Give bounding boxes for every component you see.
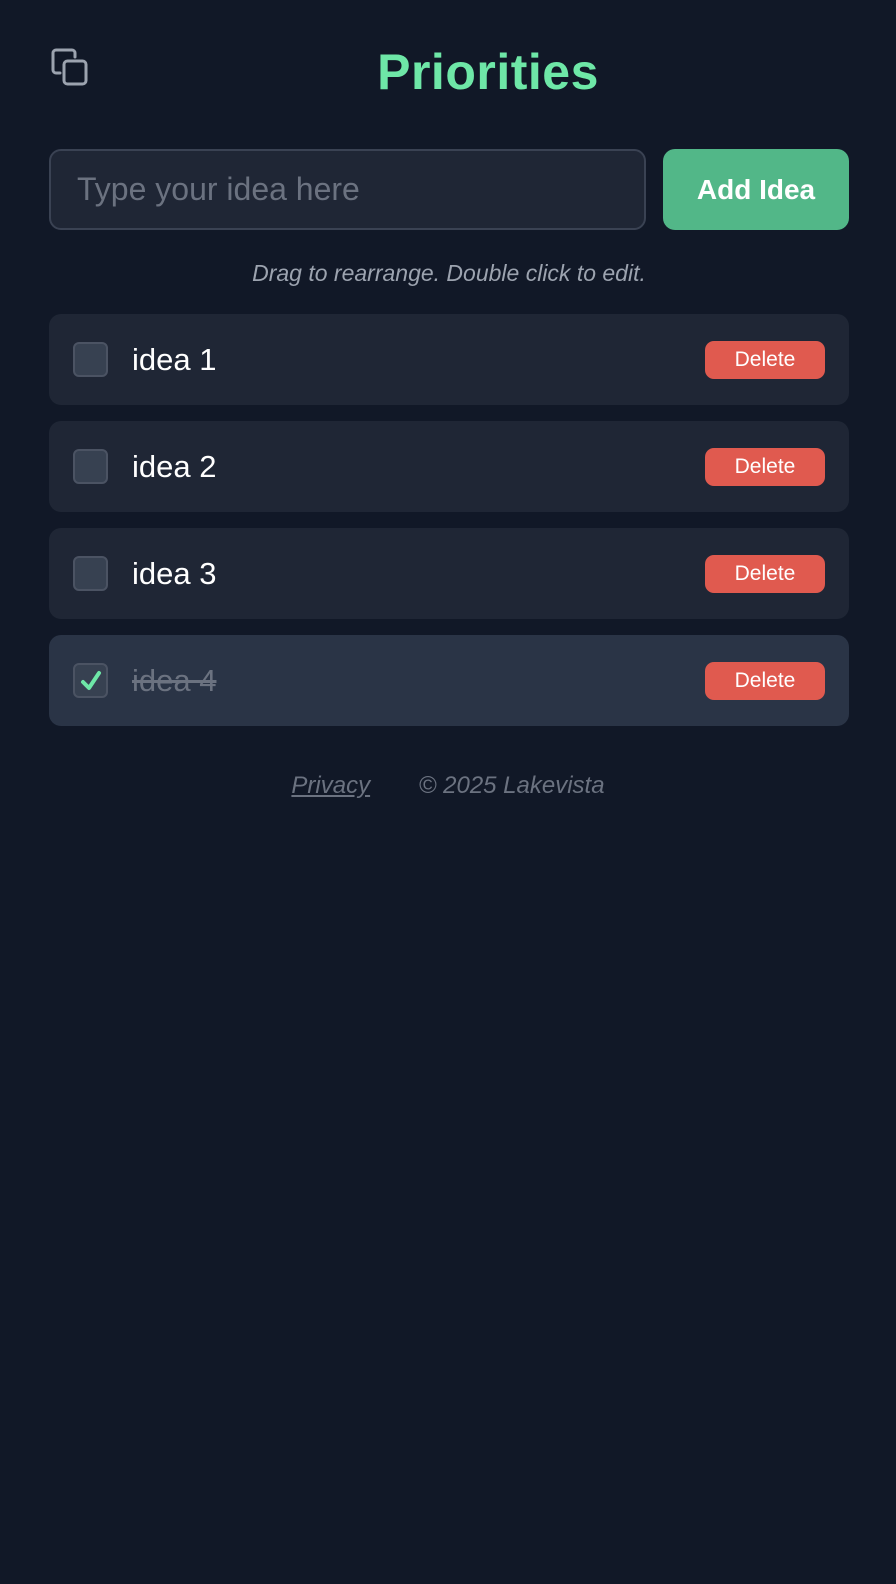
idea-checkbox[interactable] bbox=[73, 342, 108, 377]
page-title: Priorities bbox=[377, 44, 599, 100]
copyright-text: © 2025 Lakevista bbox=[418, 772, 605, 799]
idea-input[interactable] bbox=[49, 149, 646, 230]
idea-text[interactable]: idea 1 bbox=[132, 314, 216, 405]
checkmark-icon bbox=[81, 671, 101, 690]
idea-text[interactable]: idea 2 bbox=[132, 421, 216, 512]
instructions-hint: Drag to rearrange. Double click to edit. bbox=[252, 260, 646, 286]
app-page: Priorities Add Idea Drag to rearrange. D… bbox=[0, 0, 896, 1584]
footer: Privacy © 2025 Lakevista bbox=[0, 772, 896, 800]
delete-button[interactable]: Delete bbox=[705, 662, 825, 700]
privacy-link[interactable]: Privacy bbox=[291, 772, 370, 799]
idea-item-completed[interactable]: idea 4 Delete bbox=[49, 635, 849, 726]
add-idea-form: Add Idea bbox=[49, 149, 849, 230]
idea-text[interactable]: idea 4 bbox=[132, 635, 216, 726]
add-idea-button[interactable]: Add Idea bbox=[663, 149, 849, 230]
idea-list: idea 1 Delete idea 2 Delete idea 3 Delet… bbox=[49, 314, 849, 742]
delete-button[interactable]: Delete bbox=[705, 448, 825, 486]
idea-checkbox-checked[interactable] bbox=[73, 663, 108, 698]
idea-checkbox[interactable] bbox=[73, 449, 108, 484]
idea-item[interactable]: idea 3 Delete bbox=[49, 528, 849, 619]
idea-text[interactable]: idea 3 bbox=[132, 528, 216, 619]
delete-button[interactable]: Delete bbox=[705, 341, 825, 379]
idea-item[interactable]: idea 1 Delete bbox=[49, 314, 849, 405]
idea-item[interactable]: idea 2 Delete bbox=[49, 421, 849, 512]
idea-checkbox[interactable] bbox=[73, 556, 108, 591]
delete-button[interactable]: Delete bbox=[705, 555, 825, 593]
